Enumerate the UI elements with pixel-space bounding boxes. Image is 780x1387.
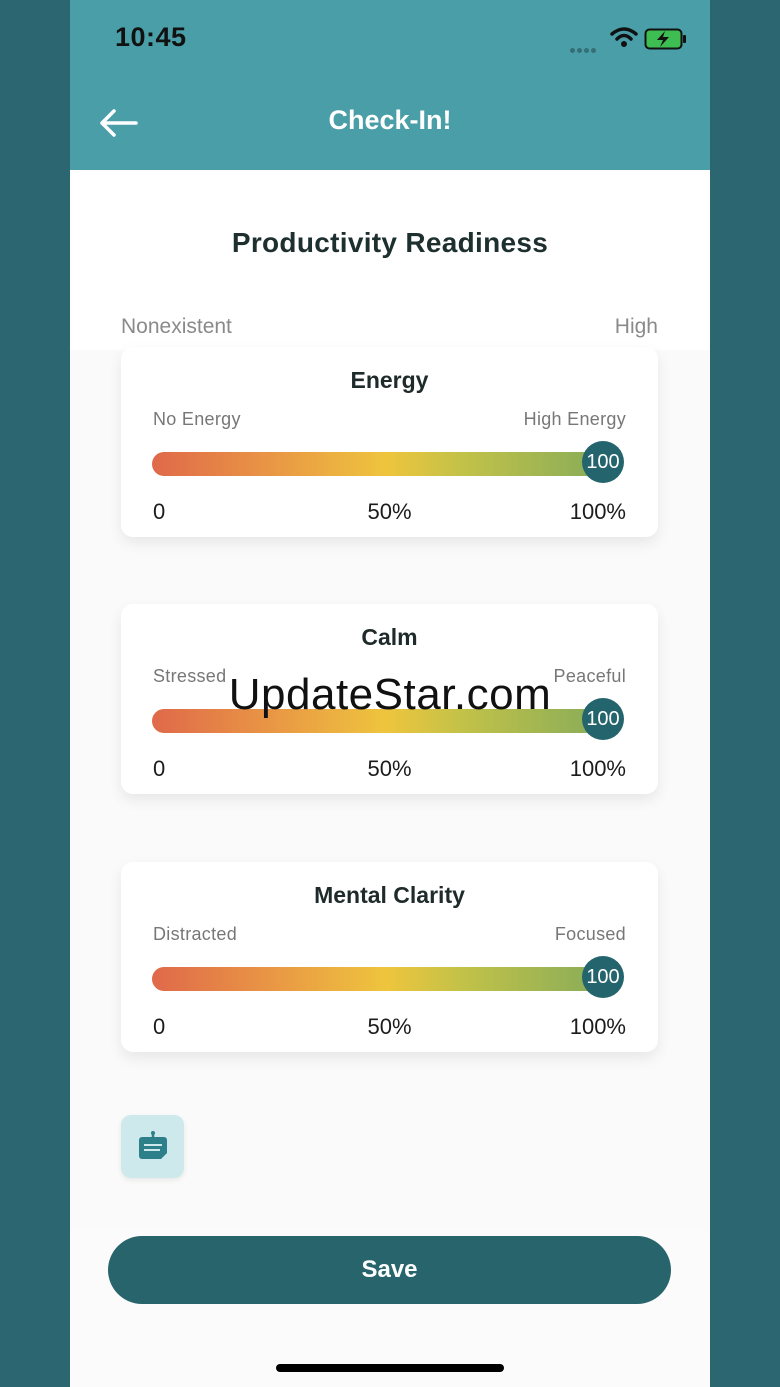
- slider-thumb[interactable]: 100: [582, 956, 624, 998]
- wifi-icon: [610, 27, 638, 47]
- cellular-signal-icon: [570, 40, 598, 58]
- battery-charging-icon: [644, 28, 686, 50]
- save-button[interactable]: Save: [108, 1236, 671, 1304]
- slider-title: Energy: [350, 367, 429, 393]
- slider-card-mental-clarity: Mental Clarity Distracted Focused 100 0 …: [121, 862, 658, 1052]
- slider-title: Calm: [361, 624, 418, 650]
- add-note-button[interactable]: [121, 1115, 184, 1178]
- watermark-text: UpdateStar.com: [228, 670, 552, 719]
- slider-track[interactable]: [152, 967, 622, 991]
- slider-low-label: Distracted: [153, 924, 238, 944]
- slider-thumb[interactable]: 100: [582, 441, 624, 483]
- status-time: 10:45: [115, 22, 187, 52]
- slider-title: Mental Clarity: [314, 882, 465, 908]
- slider-high-label: High Energy: [523, 409, 626, 429]
- tick-label-max: 100%: [569, 756, 626, 781]
- slider-high-label: Focused: [554, 924, 626, 944]
- tick-label-max: 100%: [569, 1014, 626, 1039]
- section-title: Productivity Readiness: [231, 227, 549, 258]
- note-icon: [138, 1130, 167, 1159]
- scale-high-label: High: [614, 315, 658, 338]
- tick-label-max: 100%: [569, 499, 626, 524]
- page-title: Check-In!: [328, 105, 452, 135]
- home-indicator: [276, 1364, 504, 1372]
- scale-low-label: Nonexistent: [121, 315, 232, 338]
- slider-low-label: No Energy: [153, 409, 241, 429]
- app-header: 10:45 Check-In!: [70, 0, 710, 170]
- slider-track[interactable]: [152, 452, 622, 476]
- slider-card-energy: Energy No Energy High Energy 100 0 50% 1…: [121, 347, 658, 537]
